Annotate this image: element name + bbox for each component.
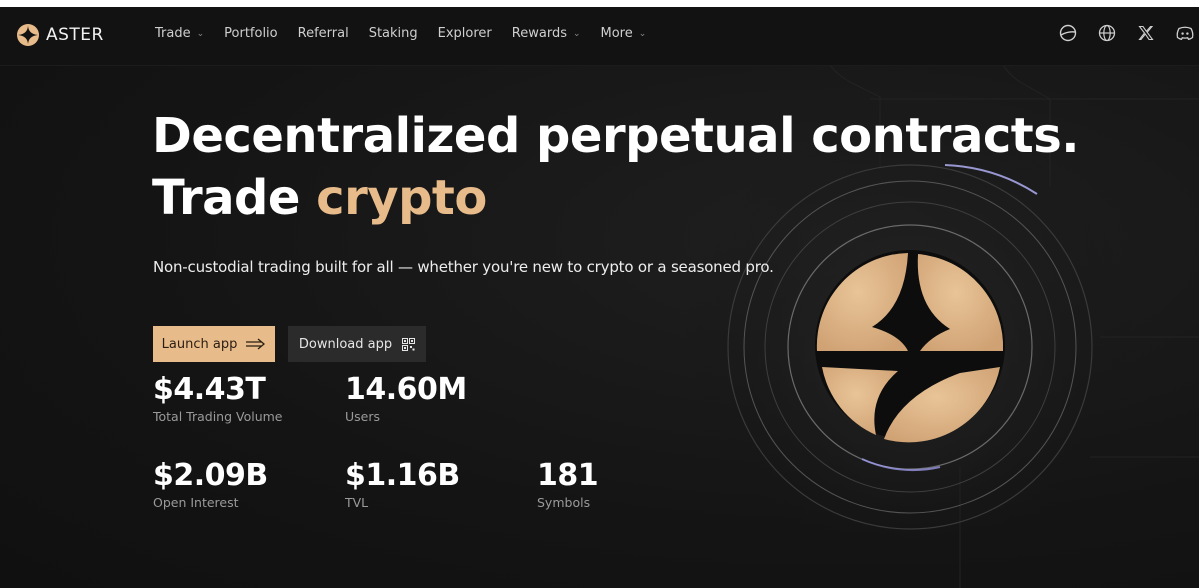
nav-item-label: Staking bbox=[368, 26, 418, 41]
headline-accent-word: crypto bbox=[316, 170, 487, 226]
stat-users: 14.60M Users bbox=[345, 372, 467, 424]
stat-label: Total Trading Volume bbox=[153, 409, 283, 424]
arrow-right-icon bbox=[246, 338, 266, 350]
nav-menu: Trade ⌄ Portfolio Referral Staking Explo… bbox=[155, 26, 666, 41]
stat-total-trading-volume: $4.43T Total Trading Volume bbox=[153, 372, 283, 424]
stat-value: $2.09B bbox=[153, 458, 268, 493]
stat-value: $4.43T bbox=[153, 372, 266, 407]
stat-label: Open Interest bbox=[153, 495, 239, 510]
aster-logo-icon bbox=[17, 24, 39, 46]
discord-icon[interactable] bbox=[1175, 23, 1195, 43]
nav-item-label: Rewards bbox=[511, 26, 567, 41]
nav-item-label: Explorer bbox=[437, 26, 492, 41]
nav-item-referral[interactable]: Referral bbox=[298, 26, 349, 41]
headline-line-2: Trade crypto bbox=[152, 167, 1079, 229]
hero-headline: Decentralized perpetual contracts. Trade… bbox=[152, 105, 1080, 229]
chevron-down-icon: ⌄ bbox=[196, 28, 205, 39]
headline-line-1: Decentralized perpetual contracts. bbox=[152, 108, 1080, 164]
theme-icon[interactable] bbox=[1058, 23, 1078, 43]
qr-code-icon bbox=[402, 337, 416, 351]
nav-item-label: Referral bbox=[297, 26, 349, 41]
nav-item-label: Portfolio bbox=[224, 26, 278, 41]
nav-item-label: Trade bbox=[155, 26, 191, 41]
x-twitter-icon[interactable] bbox=[1136, 23, 1156, 43]
stat-label: Symbols bbox=[537, 495, 591, 510]
stat-label: Users bbox=[345, 409, 381, 424]
stat-label: TVL bbox=[345, 495, 369, 510]
nav-item-staking[interactable]: Staking bbox=[369, 26, 418, 41]
nav-item-portfolio[interactable]: Portfolio bbox=[224, 26, 277, 41]
brand-logo[interactable]: ASTER bbox=[16, 23, 104, 47]
chevron-down-icon: ⌄ bbox=[572, 28, 581, 39]
stat-value: 181 bbox=[537, 458, 599, 493]
launch-app-button[interactable]: Launch app bbox=[153, 326, 275, 362]
stat-tvl: $1.16B TVL bbox=[345, 458, 460, 510]
nav-item-rewards[interactable]: Rewards ⌄ bbox=[512, 26, 581, 41]
stat-symbols: 181 Symbols bbox=[537, 458, 599, 510]
headline-prefix: Trade bbox=[152, 170, 317, 226]
download-app-button[interactable]: Download app bbox=[288, 326, 426, 362]
nav-icon-group bbox=[1039, 23, 1195, 43]
top-navigation: ASTER Trade ⌄ Portfolio Referral Staking… bbox=[0, 7, 1199, 66]
page: ASTER Trade ⌄ Portfolio Referral Staking… bbox=[0, 7, 1199, 588]
globe-icon[interactable] bbox=[1097, 23, 1117, 43]
nav-item-trade[interactable]: Trade ⌄ bbox=[155, 26, 204, 41]
brand-name: ASTER bbox=[46, 25, 104, 45]
launch-app-label: Launch app bbox=[161, 336, 238, 352]
nav-item-explorer[interactable]: Explorer bbox=[438, 26, 492, 41]
hero-subtitle: Non-custodial trading built for all — wh… bbox=[153, 258, 774, 276]
stat-value: 14.60M bbox=[345, 372, 467, 407]
nav-item-more[interactable]: More ⌄ bbox=[601, 26, 647, 41]
download-app-label: Download app bbox=[298, 336, 393, 352]
stat-open-interest: $2.09B Open Interest bbox=[153, 458, 268, 510]
chevron-down-icon: ⌄ bbox=[638, 28, 647, 39]
nav-item-label: More bbox=[600, 26, 633, 41]
stat-value: $1.16B bbox=[345, 458, 460, 493]
